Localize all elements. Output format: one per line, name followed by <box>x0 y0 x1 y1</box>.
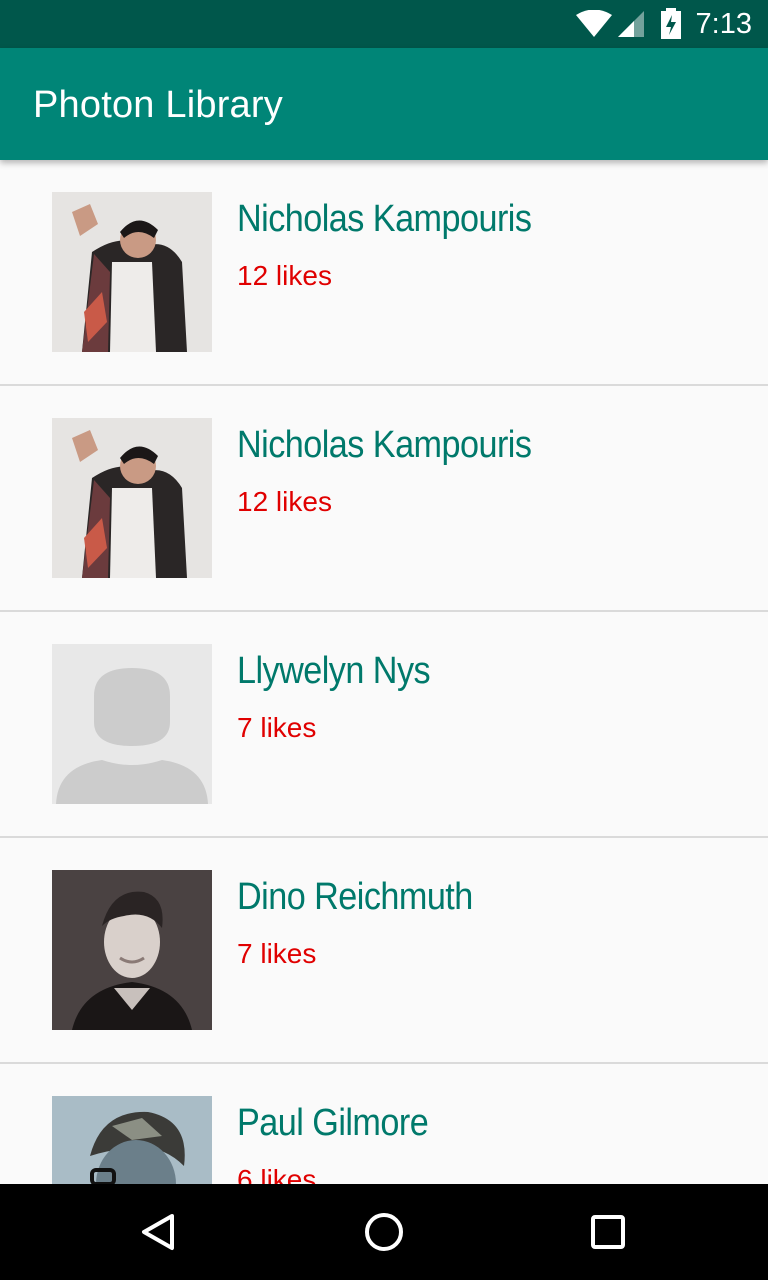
likes-count: 12 likes <box>237 260 332 291</box>
wifi-icon <box>575 10 612 37</box>
photo-thumbnail <box>52 192 212 352</box>
cellular-signal-icon <box>617 11 644 37</box>
battery-charging-icon <box>660 8 681 39</box>
photo-thumbnail <box>52 870 212 1030</box>
home-icon[interactable] <box>360 1208 408 1256</box>
status-time: 7:13 <box>695 7 752 40</box>
list-item[interactable]: Dino Reichmuth 7 likes <box>0 838 768 1064</box>
list-item[interactable]: Llywelyn Nys 7 likes <box>0 612 768 838</box>
status-bar: 7:13 <box>0 0 768 48</box>
likes-count: 7 likes <box>237 712 317 743</box>
navigation-bar <box>0 1184 768 1280</box>
photographer-name: Dino Reichmuth <box>237 876 473 918</box>
back-icon[interactable] <box>136 1208 184 1256</box>
photo-thumbnail <box>52 418 212 578</box>
photographer-name: Nicholas Kampouris <box>237 424 532 466</box>
status-icons: 7:13 <box>575 7 752 40</box>
list-item[interactable]: Paul Gilmore 6 likes <box>0 1064 768 1184</box>
list-item[interactable]: Nicholas Kampouris 12 likes <box>0 386 768 612</box>
likes-count: 7 likes <box>237 938 317 969</box>
recents-icon[interactable] <box>584 1208 632 1256</box>
photo-list[interactable]: Nicholas Kampouris 12 likes Nicholas Kam… <box>0 160 768 1184</box>
photographer-name: Paul Gilmore <box>237 1102 429 1144</box>
likes-count: 6 likes <box>237 1164 317 1184</box>
list-item[interactable]: Nicholas Kampouris 12 likes <box>0 160 768 386</box>
photographer-name: Llywelyn Nys <box>237 650 431 692</box>
photographer-name: Nicholas Kampouris <box>237 198 532 240</box>
app-title: Photon Library <box>33 84 283 126</box>
placeholder-avatar-icon <box>52 644 212 804</box>
likes-count: 12 likes <box>237 486 332 517</box>
app-bar: Photon Library <box>0 48 768 160</box>
photo-thumbnail <box>52 1096 212 1184</box>
